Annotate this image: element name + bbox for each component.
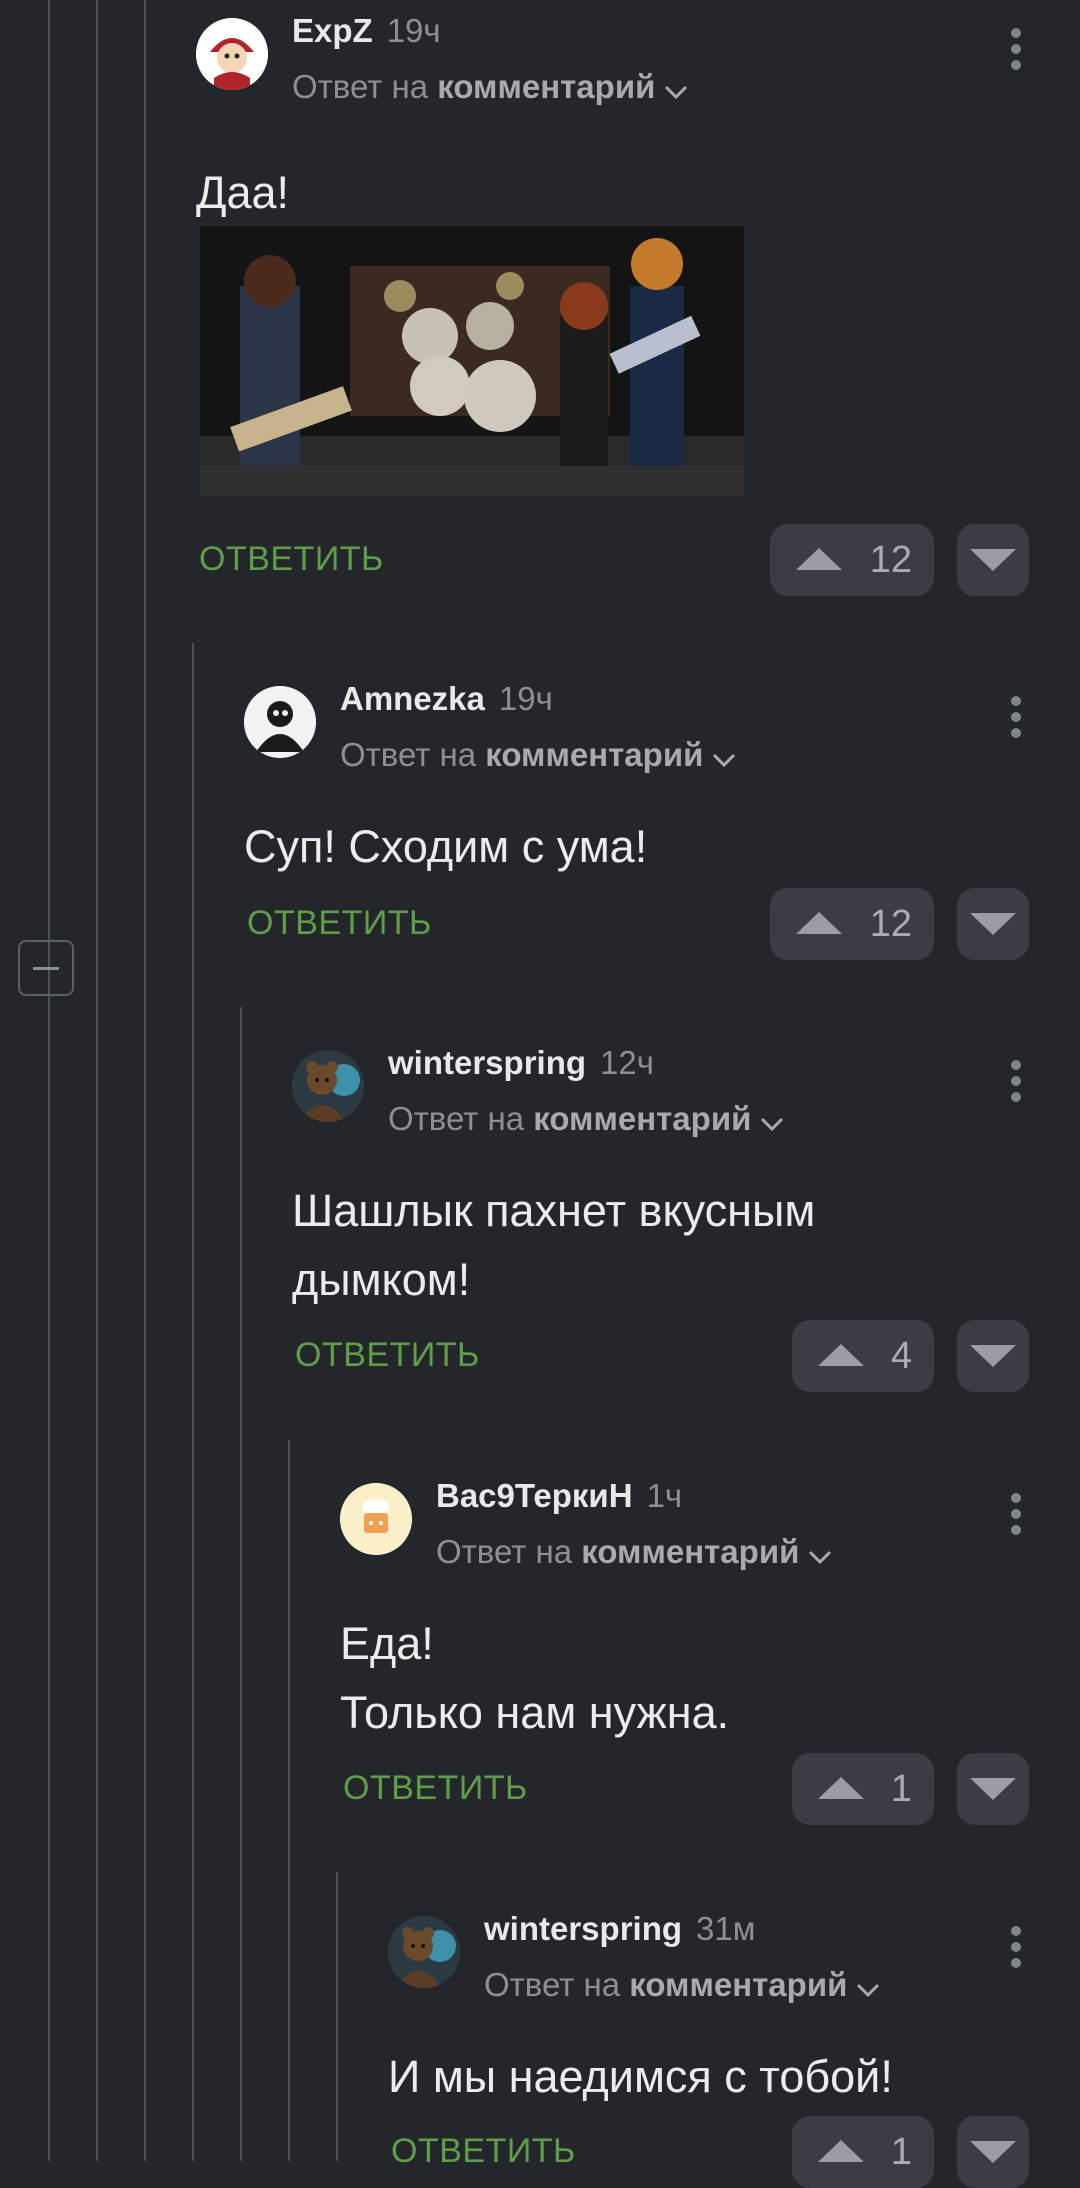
thread-line <box>288 1440 290 2161</box>
comment-author[interactable]: Amnezka 19ч <box>340 680 553 718</box>
comment-text: Суп! Сходим с ума! <box>244 821 648 872</box>
comment-author[interactable]: ExpZ 19ч <box>292 12 441 50</box>
more-options-icon[interactable] <box>1010 28 1022 74</box>
arrow-up-icon <box>796 912 842 934</box>
cartoon-avatar-icon[interactable] <box>196 18 268 90</box>
reply-button[interactable]: ОТВЕТИТЬ <box>247 904 432 943</box>
downvote-button[interactable] <box>957 888 1029 960</box>
comment-text: Шашлык пахнет вкусным дымком! <box>292 1185 816 1305</box>
chef-avatar-icon[interactable] <box>340 1483 412 1555</box>
comment: ExpZ 19ч Ответ на комментарий Даа! ОТВЕТ… <box>196 12 1046 608</box>
upvote-button[interactable]: 12 <box>770 524 934 596</box>
reply-button[interactable]: ОТВЕТИТЬ <box>295 1336 480 1375</box>
downvote-button[interactable] <box>957 1753 1029 1825</box>
attached-photo[interactable] <box>200 226 744 496</box>
arrow-down-icon <box>970 913 1016 935</box>
comment-time: 12ч <box>600 1044 654 1081</box>
thread-line <box>96 0 98 2161</box>
comment: Amnezka 19ч Ответ на комментарий Суп! Схо… <box>244 680 1046 976</box>
comment: winterspring 12ч Ответ на комментарий Шаш… <box>292 1044 1046 1410</box>
comment-text: Еда! Только нам нужна. <box>340 1618 730 1738</box>
arrow-down-icon <box>970 549 1016 571</box>
bear-avatar-icon[interactable] <box>388 1916 460 1988</box>
comment-author[interactable]: Вас9ТеркиН 1ч <box>436 1477 682 1515</box>
thread-line <box>144 0 146 2161</box>
comment-text: Даа! <box>196 167 290 218</box>
arrow-up-icon <box>818 2140 864 2162</box>
comment-author[interactable]: winterspring 31м <box>484 1910 755 1948</box>
chevron-down-icon <box>807 1535 833 1573</box>
comment-time: 19ч <box>386 12 441 49</box>
monochrome-avatar-icon[interactable] <box>244 686 316 758</box>
collapse-thread-button[interactable] <box>18 940 74 996</box>
upvote-button[interactable]: 12 <box>770 888 934 960</box>
upvote-button[interactable]: 4 <box>792 1320 934 1392</box>
comment-time: 1ч <box>646 1477 683 1514</box>
chevron-down-icon <box>711 738 737 776</box>
vote-score: 1 <box>890 1768 912 1810</box>
arrow-up-icon <box>818 1344 864 1366</box>
comment-text: И мы наедимся с тобой! <box>388 2051 893 2102</box>
thread-line <box>192 643 194 2161</box>
reply-button[interactable]: ОТВЕТИТЬ <box>391 2132 576 2171</box>
reply-button[interactable]: ОТВЕТИТЬ <box>199 540 384 579</box>
upvote-button[interactable]: 1 <box>792 1753 934 1825</box>
arrow-up-icon <box>796 548 842 570</box>
vote-score: 4 <box>890 1335 912 1377</box>
downvote-button[interactable] <box>957 1320 1029 1392</box>
chevron-down-icon <box>759 1102 785 1140</box>
comment-time: 19ч <box>498 680 553 717</box>
reply-to-link[interactable]: Ответ на комментарий <box>388 1100 785 1140</box>
thread-line <box>48 0 50 2161</box>
arrow-down-icon <box>970 1345 1016 1367</box>
arrow-up-icon <box>818 1777 864 1799</box>
comment-time: 31м <box>696 1910 756 1947</box>
reply-to-link[interactable]: Ответ на комментарий <box>292 68 689 108</box>
chevron-down-icon <box>855 1968 881 2006</box>
reply-to-link[interactable]: Ответ на комментарий <box>484 1966 881 2006</box>
more-options-icon[interactable] <box>1010 1493 1022 1539</box>
downvote-button[interactable] <box>957 2116 1029 2188</box>
reply-to-link[interactable]: Ответ на комментарий <box>340 736 737 776</box>
chevron-down-icon <box>663 70 689 108</box>
upvote-button[interactable]: 1 <box>792 2116 934 2188</box>
reply-to-link[interactable]: Ответ на комментарий <box>436 1533 833 1573</box>
thread-line <box>336 1872 338 2161</box>
downvote-button[interactable] <box>957 524 1029 596</box>
bear-avatar-icon[interactable] <box>292 1050 364 1122</box>
vote-score: 12 <box>869 903 912 945</box>
comment-author[interactable]: winterspring 12ч <box>388 1044 654 1082</box>
more-options-icon[interactable] <box>1010 1926 1022 1972</box>
thread-line <box>240 1007 242 2161</box>
more-options-icon[interactable] <box>1010 696 1022 742</box>
vote-score: 1 <box>890 2131 912 2173</box>
more-options-icon[interactable] <box>1010 1060 1022 1106</box>
comment: winterspring 31м Ответ на комментарий И м… <box>388 1910 1046 2188</box>
arrow-down-icon <box>970 1778 1016 1800</box>
reply-button[interactable]: ОТВЕТИТЬ <box>343 1769 528 1808</box>
vote-score: 12 <box>869 539 912 581</box>
comment: Вас9ТеркиН 1ч Ответ на комментарий Еда! Т… <box>340 1477 1046 1843</box>
arrow-down-icon <box>970 2141 1016 2163</box>
